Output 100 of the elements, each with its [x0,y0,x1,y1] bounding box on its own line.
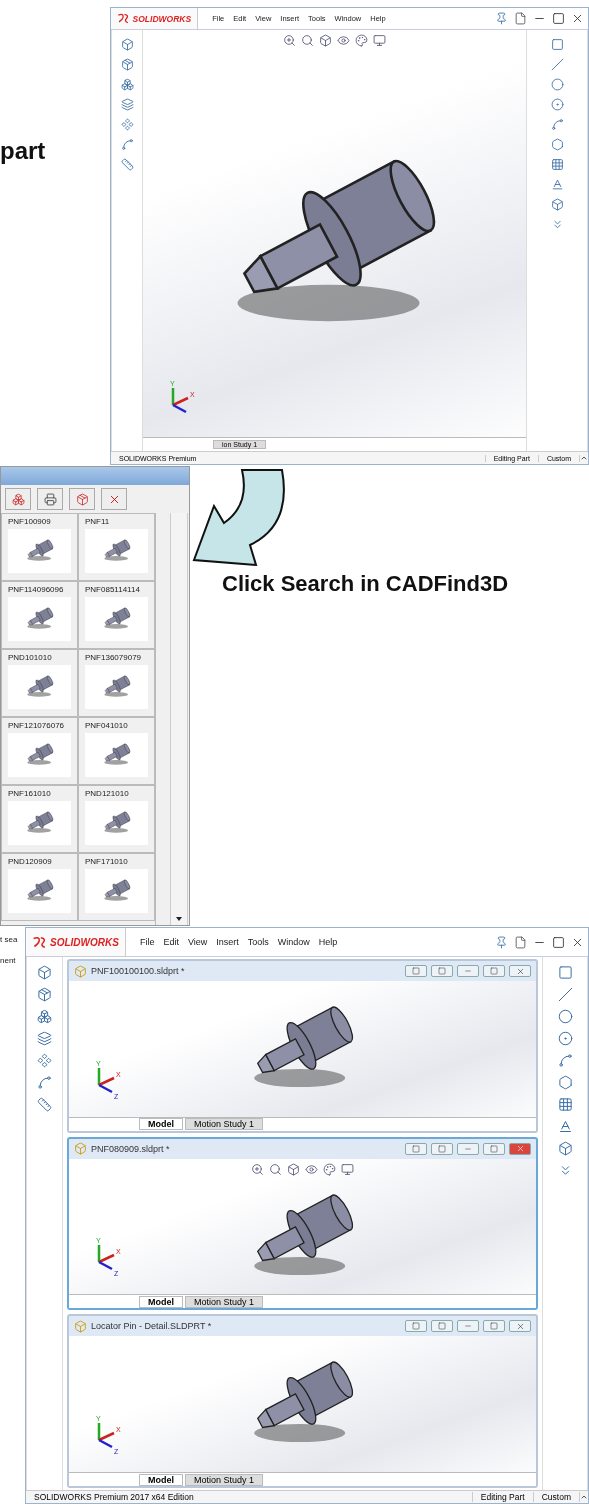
close-icon[interactable] [571,12,584,25]
cube-icon[interactable] [557,1141,573,1156]
scrollbar[interactable] [170,513,188,925]
curve-icon[interactable] [37,1075,52,1090]
result-tile[interactable]: PND121010 [78,785,155,853]
hexagon-icon[interactable] [557,1075,573,1090]
tile-icon[interactable] [438,1144,446,1153]
boxes-icon[interactable] [120,78,134,91]
close-icon[interactable] [515,966,525,976]
result-tile[interactable]: PND120909 [1,853,78,921]
layers-icon[interactable] [37,1031,52,1046]
result-tile[interactable]: PNF11 [78,513,155,581]
maximize-icon[interactable] [552,12,565,25]
tab[interactable]: Motion Study 1 [185,1118,264,1131]
tool-button[interactable] [5,488,31,510]
rectangle-icon[interactable] [550,38,564,51]
curve-icon[interactable] [120,138,134,151]
grid-icon[interactable] [557,1097,573,1112]
window-button[interactable] [431,1142,453,1155]
tile-icon[interactable] [412,1144,420,1153]
tile-icon[interactable] [438,967,446,975]
scroll-down-icon[interactable] [176,917,182,921]
menu-item[interactable]: Tools [247,937,269,947]
cube-icon[interactable] [550,198,564,211]
cube-icon[interactable] [120,38,134,51]
cube-icon[interactable] [37,965,52,980]
circle-dot-icon[interactable] [550,98,564,111]
circle-icon[interactable] [550,78,564,91]
hexagon-icon[interactable] [550,138,564,151]
result-tile[interactable]: PNF136079079 [78,649,155,717]
menu-item[interactable]: Help [318,937,338,947]
eye-icon[interactable] [337,34,350,47]
menu-item[interactable]: File [139,937,155,947]
maximize-button[interactable] [483,1320,505,1333]
component-icon[interactable] [37,1053,52,1068]
package-icon[interactable] [37,987,52,1002]
pin-icon[interactable] [495,12,508,25]
minimize-button[interactable] [457,1320,479,1333]
ruler-icon[interactable] [120,158,134,171]
tile-icon[interactable] [438,1322,446,1331]
maximize-icon[interactable] [552,935,565,949]
component-icon[interactable] [120,118,134,131]
tab[interactable]: Motion Study 1 [185,1473,264,1486]
window-button[interactable] [431,965,453,977]
boxes-icon[interactable] [11,492,25,506]
menu-item[interactable]: View [187,937,208,947]
maximize-icon[interactable] [490,967,498,975]
caret-icon[interactable] [580,454,588,462]
result-tile[interactable]: PNF085114114 [78,581,155,649]
menu-item[interactable]: Insert [216,937,239,947]
part-icon[interactable] [74,1142,87,1156]
new-document-icon[interactable] [514,935,527,949]
tile-icon[interactable] [412,1322,420,1331]
cube-icon[interactable] [287,1162,300,1176]
part-icon[interactable] [74,1319,87,1333]
spline-icon[interactable] [557,1053,573,1068]
maximize-button[interactable] [483,965,505,977]
spline-icon[interactable] [550,118,564,131]
close-icon[interactable] [515,1321,525,1331]
window-button[interactable] [431,1320,453,1333]
ruler-icon[interactable] [37,1097,52,1112]
grid-icon[interactable] [550,158,564,171]
eye-icon[interactable] [305,1162,318,1176]
pin-icon[interactable] [495,935,508,949]
circle-icon[interactable] [557,1009,573,1024]
palette-icon[interactable] [355,34,368,47]
package-icon[interactable] [120,58,134,71]
close-button[interactable] [509,1142,531,1155]
maximize-button[interactable] [483,1142,505,1155]
minimize-button[interactable] [457,965,479,977]
palette-icon[interactable] [323,1162,336,1176]
search-icon[interactable] [301,34,314,47]
layers-icon[interactable] [120,98,134,111]
delete-button[interactable] [101,488,127,510]
result-tile[interactable]: PNF041010 [78,717,155,785]
result-tile[interactable]: PNF161010 [1,785,78,853]
minimize-button[interactable] [457,1142,479,1155]
monitor-icon[interactable] [341,1162,354,1176]
tab[interactable]: Model [139,1295,183,1308]
circle-dot-icon[interactable] [557,1031,573,1046]
result-tile[interactable]: PNF100909 [1,513,78,581]
line-icon[interactable] [550,58,564,71]
window-button[interactable] [405,1142,427,1155]
search-icon[interactable] [269,1162,282,1176]
close-button[interactable] [509,965,531,977]
new-document-icon[interactable] [514,12,527,25]
tab[interactable]: Model [139,1118,183,1131]
print-button[interactable] [37,488,63,510]
tab[interactable]: Model [139,1473,183,1486]
tab[interactable]: Motion Study 1 [185,1295,264,1308]
zoom-icon[interactable] [283,34,296,47]
window-button[interactable] [405,965,427,977]
tool-button[interactable] [69,488,95,510]
boxes-icon[interactable] [37,1009,52,1024]
package-icon[interactable] [75,492,89,506]
text-icon[interactable] [557,1119,573,1134]
status-text[interactable]: Custom [533,1492,580,1502]
part-icon[interactable] [74,964,87,978]
result-tile[interactable]: PNF114096096 [1,581,78,649]
zoom-icon[interactable] [251,1162,264,1176]
